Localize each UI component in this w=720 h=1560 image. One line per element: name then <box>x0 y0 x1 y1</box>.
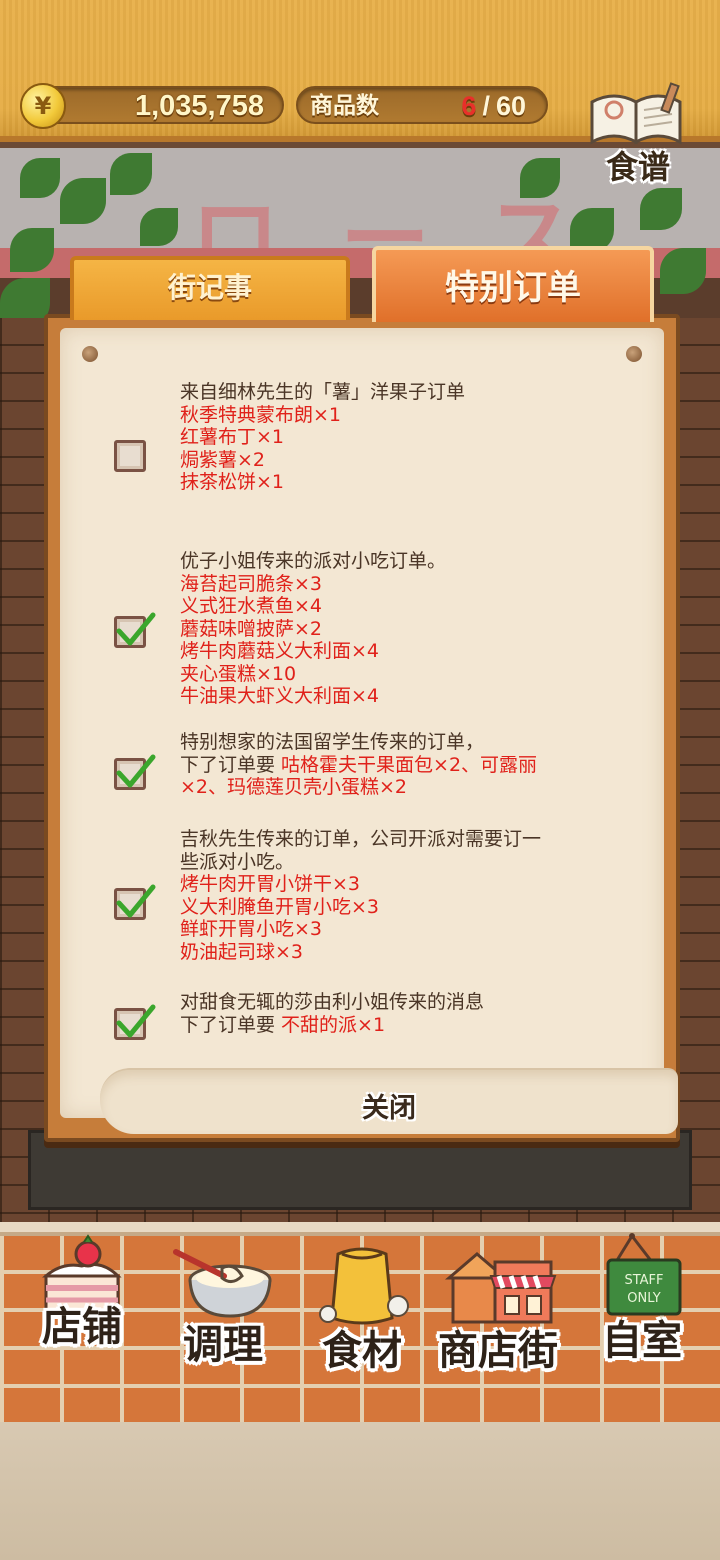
goods-count-label: 商品数 <box>310 93 379 119</box>
checkmark-icon <box>116 1004 156 1038</box>
order-item: 夹心蛋糕×10 <box>180 662 297 685</box>
order-item: 鲜虾开胃小吃×3 <box>180 918 323 940</box>
floor <box>0 1422 720 1560</box>
order-description: 吉秋先生传来的订单，公司开派对需要订一 <box>180 828 542 850</box>
order-item: 烤牛肉蘑菇义大利面×4 <box>180 640 380 662</box>
order-item: 烤牛肉开胃小饼干×3 <box>180 873 361 895</box>
order-entry: 吉秋先生传来的订单，公司开派对需要订一 些派对小吃。 烤牛肉开胃小饼干×3 义大… <box>180 828 620 963</box>
order-checkbox-checked[interactable] <box>114 884 156 920</box>
pin-icon <box>82 346 98 362</box>
money-display: ¥ 1,035,758 <box>20 83 284 129</box>
order-prefix: 下了订单要 <box>180 1013 282 1036</box>
checkmark-icon <box>116 884 156 918</box>
order-description: 些派对小吃。 <box>180 850 295 873</box>
nav-shop-button[interactable]: 店铺 <box>22 1232 142 1372</box>
flour-sack-icon <box>319 1247 409 1325</box>
tab-special-orders[interactable]: 特别订单 <box>372 246 654 322</box>
order-item: 不甜的派×1 <box>281 1013 386 1036</box>
goods-current: 6 <box>461 91 477 121</box>
order-item: 咕格霍夫干果面包×2、可露丽 <box>281 753 538 776</box>
ivy-leaf-icon <box>60 178 106 224</box>
storefront-icon <box>444 1252 557 1324</box>
order-description: 来自细林先生的「薯」洋果子订单 <box>180 381 466 403</box>
order-item: ×2、玛德莲贝壳小蛋糕×2 <box>180 776 408 798</box>
checkmark-icon <box>116 754 156 788</box>
order-item: 抹茶松饼×1 <box>180 471 285 493</box>
order-description: 特别想家的法国留学生传来的订单， <box>180 731 485 753</box>
staff-sign-line2: ONLY <box>627 1291 660 1306</box>
pin-icon <box>626 346 642 362</box>
nav-street-button[interactable]: 商店街 <box>428 1232 568 1374</box>
order-item: 红薯布丁×1 <box>180 426 285 448</box>
order-item: 牛油果大虾义大利面×4 <box>180 685 380 707</box>
order-checkbox-checked[interactable] <box>114 1004 156 1040</box>
recipe-book-icon <box>590 82 682 145</box>
nav-ingredients-label: 食材 <box>322 1328 402 1374</box>
order-description: 优子小姐传来的派对小吃订单。 <box>180 550 447 572</box>
nav-room-button[interactable]: STAFF ONLY 自室 <box>586 1232 698 1372</box>
order-entry: 特别想家的法国留学生传来的订单， 下了订单要 咕格霍夫干果面包×2、可露丽 ×2… <box>180 731 620 799</box>
special-orders-board: 来自细林先生的「薯」洋果子订单 秋季特典蒙布朗×1 红薯布丁×1 焗紫薯×2 抹… <box>44 314 680 1142</box>
nav-street-label: 商店街 <box>438 1328 558 1374</box>
goods-count-value: 6/60 <box>461 88 526 124</box>
order-checkbox-checked[interactable] <box>114 754 156 790</box>
yen-coin-icon: ¥ <box>20 83 66 129</box>
ivy-leaf-icon <box>660 248 706 294</box>
nav-room-label: 自室 <box>602 1318 682 1364</box>
close-label: 关闭 <box>362 1093 416 1124</box>
tab-street-news[interactable]: 街记事 <box>70 256 350 320</box>
nav-cook-button[interactable]: 调理 <box>158 1232 288 1372</box>
recipe-label: 食谱 <box>605 148 670 186</box>
order-item: 焗紫薯×2 <box>180 448 266 471</box>
order-checkbox[interactable] <box>114 440 146 472</box>
ivy-leaf-icon <box>140 208 178 246</box>
order-entry: 优子小姐传来的派对小吃订单。 海苔起司脆条×3 义式狂水煮鱼×4 蘑菇味噌披萨×… <box>180 550 620 708</box>
order-entry: 来自细林先生的「薯」洋果子订单 秋季特典蒙布朗×1 红薯布丁×1 焗紫薯×2 抹… <box>180 381 620 494</box>
checkmark-icon <box>116 612 156 646</box>
goods-count-display: 商品数 6/60 <box>296 86 548 124</box>
staff-sign-line1: STAFF <box>624 1273 663 1288</box>
ivy-leaf-icon <box>520 158 560 198</box>
order-item: 海苔起司脆条×3 <box>180 572 323 595</box>
ivy-leaf-icon <box>20 158 60 198</box>
ivy-leaf-icon <box>640 188 682 230</box>
goods-max: 60 <box>495 91 526 121</box>
order-description: 对甜食无辄的莎由利小姐传来的消息 <box>180 991 485 1013</box>
money-value: 1,035,758 <box>134 90 264 122</box>
order-prefix: 下了订单要 <box>180 753 282 776</box>
recipe-book-button[interactable]: 食谱 <box>578 80 696 192</box>
order-checkbox-checked[interactable] <box>114 612 156 648</box>
order-item: 义大利腌鱼开胃小吃×3 <box>180 895 380 918</box>
goods-separator: / <box>482 91 490 121</box>
nav-shop-label: 店铺 <box>42 1304 122 1350</box>
order-item: 义式狂水煮鱼×4 <box>180 595 323 617</box>
order-item: 蘑菇味噌披萨×2 <box>180 617 323 640</box>
order-list-paper[interactable]: 来自细林先生的「薯」洋果子订单 秋季特典蒙布朗×1 红薯布丁×1 焗紫薯×2 抹… <box>60 328 678 1134</box>
nav-cook-label: 调理 <box>183 1322 263 1368</box>
counter-base <box>28 1130 692 1210</box>
order-item: 奶油起司球×3 <box>180 940 304 963</box>
close-button[interactable]: 关闭 <box>100 1068 678 1134</box>
mixing-bowl-icon <box>173 1249 272 1318</box>
order-item: 秋季特典蒙布朗×1 <box>180 403 342 426</box>
ivy-leaf-icon <box>110 153 152 195</box>
order-entry: 对甜食无辄的莎由利小姐传来的消息 下了订单要 不甜的派×1 <box>180 991 620 1036</box>
ivy-leaf-icon <box>10 228 54 272</box>
nav-ingredients-button[interactable]: 食材 <box>308 1232 416 1374</box>
